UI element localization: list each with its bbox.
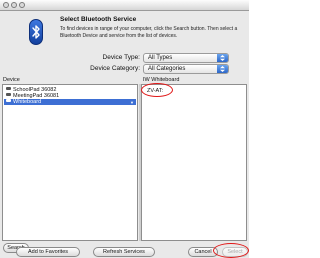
add-to-favorites-button[interactable]: Add to Favorites — [16, 247, 80, 257]
device-icon — [6, 99, 11, 102]
chevron-down-icon: ▼ — [130, 100, 134, 105]
device-category-select[interactable]: All Categories — [143, 64, 229, 74]
bluetooth-icon — [29, 19, 43, 45]
device-list[interactable]: SchoolPad 36082 MeetingPad 36081 Whitebo… — [2, 84, 138, 241]
dialog-description: To find devices in range of your compute… — [60, 26, 238, 39]
device-type-value: All Types — [148, 55, 173, 61]
zoom-window-button[interactable] — [19, 2, 25, 8]
list-item[interactable]: Whiteboard ▼ — [4, 99, 136, 105]
title-bar — [0, 0, 249, 11]
red-annotation-circle — [213, 243, 249, 258]
close-window-button[interactable] — [3, 2, 9, 8]
device-type-select[interactable]: All Types — [143, 53, 229, 63]
service-column-header: IW Whiteboard — [143, 77, 180, 83]
dialog-title: Select Bluetooth Service — [60, 16, 137, 23]
popup-arrows-icon — [217, 54, 228, 62]
red-annotation-circle — [141, 83, 173, 97]
device-type-label: Device Type: — [102, 54, 140, 61]
bluetooth-service-dialog: Select Bluetooth Service To find devices… — [0, 0, 249, 258]
device-icon — [6, 93, 11, 96]
refresh-services-button[interactable]: Refresh Services — [93, 247, 155, 257]
device-category-label: Device Category: — [90, 65, 140, 72]
minimize-window-button[interactable] — [11, 2, 17, 8]
device-category-value: All Categories — [148, 66, 186, 72]
device-icon — [6, 87, 11, 90]
device-column-header: Device — [3, 77, 20, 83]
popup-arrows-icon — [217, 65, 228, 73]
service-list[interactable]: ZV-AT: — [141, 84, 247, 241]
